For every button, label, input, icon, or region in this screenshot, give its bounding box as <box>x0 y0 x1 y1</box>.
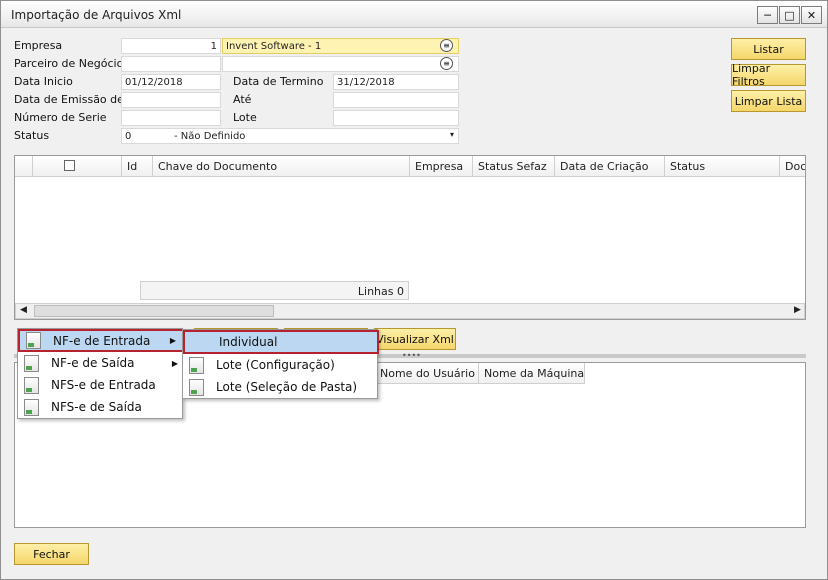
grid-footer-count: Linhas 0 <box>140 281 409 300</box>
numero-serie-field[interactable] <box>121 110 221 126</box>
ate-field[interactable] <box>333 92 459 108</box>
limpar-filtros-button[interactable]: Limpar Filtros <box>731 62 806 88</box>
data-inicio-label: Data Inicio <box>14 75 73 88</box>
row-header-col <box>15 156 33 177</box>
document-icon <box>189 356 204 374</box>
lote-label: Lote <box>233 111 257 124</box>
documents-grid: Id Chave do Documento Empresa Status Sef… <box>14 155 806 320</box>
maximize-icon: □ <box>784 8 795 22</box>
lote-field[interactable] <box>333 110 459 126</box>
submenu-item-lote-selecao-pasta[interactable]: Lote (Seleção de Pasta) <box>183 376 379 398</box>
title-bar: Importação de Arquivos Xml ─ □ ✕ <box>1 1 827 28</box>
scroll-thumb[interactable] <box>34 305 274 317</box>
scroll-right-icon: ▶ <box>794 305 801 315</box>
menu-item-nfe-entrada[interactable]: NF-e de Entrada ▶ <box>18 329 184 352</box>
list-icon: ≡ <box>443 40 450 50</box>
empresa-label: Empresa <box>14 39 63 52</box>
select-all-header <box>33 156 122 177</box>
window-title: Importação de Arquivos Xml <box>11 8 182 22</box>
parceiro-name-field[interactable] <box>222 56 459 72</box>
data-emissao-label: Data de Emissão de <box>14 93 124 106</box>
col-empresa[interactable]: Empresa <box>410 156 473 177</box>
document-icon <box>24 376 39 394</box>
col-docu[interactable]: Docu <box>780 156 805 177</box>
submenu-item-label: Individual <box>219 335 278 349</box>
fechar-button[interactable]: Fechar <box>14 543 89 565</box>
empresa-name-field[interactable]: Invent Software - 1 <box>222 38 459 54</box>
status-value: - Não Definido <box>174 131 246 142</box>
listar-button[interactable]: Listar <box>731 38 806 60</box>
col-chave[interactable]: Chave do Documento <box>153 156 410 177</box>
minimize-button[interactable]: ─ <box>757 6 778 24</box>
submenu-item-label: Lote (Configuração) <box>216 358 335 372</box>
menu-item-nfe-saida[interactable]: NF-e de Saída ▶ <box>18 352 184 374</box>
parceiro-picker-button[interactable]: ≡ <box>440 57 453 70</box>
list-icon: ≡ <box>443 58 450 68</box>
maximize-button[interactable]: □ <box>779 6 800 24</box>
submenu-item-label: Lote (Seleção de Pasta) <box>216 380 358 394</box>
scroll-left-icon: ◀ <box>20 305 27 315</box>
import-type-menu: NF-e de Entrada ▶ NF-e de Saída ▶ NFS-e … <box>17 328 184 419</box>
parceiro-label: Parceiro de Negócios <box>14 57 130 70</box>
document-icon <box>24 398 39 416</box>
empresa-picker-button[interactable]: ≡ <box>440 39 453 52</box>
dropdown-arrow-icon: ▾ <box>449 130 454 139</box>
splitter-grip-icon: •••• <box>402 351 421 360</box>
parceiro-code-field[interactable] <box>121 56 221 72</box>
document-icon <box>24 354 39 372</box>
submenu-arrow-icon: ▶ <box>169 336 176 345</box>
minimize-icon: ─ <box>764 8 771 22</box>
visualizar-xml-button[interactable]: Visualizar Xml <box>374 328 456 350</box>
menu-item-label: NF-e de Saída <box>51 356 135 370</box>
numero-serie-label: Número de Serie <box>14 111 107 124</box>
menu-item-label: NFS-e de Entrada <box>51 378 156 392</box>
col-status-sefaz[interactable]: Status Sefaz <box>473 156 555 177</box>
data-emissao-field[interactable] <box>121 92 221 108</box>
submenu-item-individual[interactable]: Individual <box>183 330 379 354</box>
select-all-checkbox[interactable] <box>64 160 75 171</box>
menu-item-label: NFS-e de Saída <box>51 400 142 414</box>
status-select[interactable]: 0 - Não Definido ▾ <box>121 128 459 144</box>
data-termino-label: Data de Termino <box>233 75 324 88</box>
data-inicio-field[interactable]: 01/12/2018 <box>121 74 221 90</box>
menu-item-nfse-saida[interactable]: NFS-e de Saída <box>18 396 184 418</box>
empresa-code-field[interactable]: 1 <box>121 38 221 54</box>
document-icon <box>26 332 41 349</box>
data-termino-field[interactable]: 31/12/2018 <box>333 74 459 90</box>
col-id[interactable]: Id <box>122 156 153 177</box>
submenu-arrow-icon: ▶ <box>171 358 178 368</box>
col-nome-usuario[interactable]: Nome do Usuário <box>375 363 479 384</box>
ate-label: Até <box>233 93 252 106</box>
horizontal-scrollbar[interactable]: ◀ ▶ <box>15 303 805 319</box>
status-code: 0 <box>125 131 132 142</box>
col-data-criacao[interactable]: Data de Criação <box>555 156 665 177</box>
status-label: Status <box>14 129 50 142</box>
submenu-item-lote-configuracao[interactable]: Lote (Configuração) <box>183 354 379 376</box>
col-status[interactable]: Status <box>665 156 780 177</box>
nfe-entrada-submenu: Individual Lote (Configuração) Lote (Sel… <box>182 329 379 399</box>
close-button[interactable]: ✕ <box>801 6 822 24</box>
empresa-name-value: Invent Software - 1 <box>226 41 322 52</box>
menu-item-nfse-entrada[interactable]: NFS-e de Entrada <box>18 374 184 396</box>
document-icon <box>189 378 204 396</box>
close-icon: ✕ <box>806 8 817 22</box>
col-nome-maquina[interactable]: Nome da Máquina <box>479 363 585 384</box>
menu-item-label: NF-e de Entrada <box>53 333 151 348</box>
limpar-lista-button[interactable]: Limpar Lista <box>731 90 806 112</box>
